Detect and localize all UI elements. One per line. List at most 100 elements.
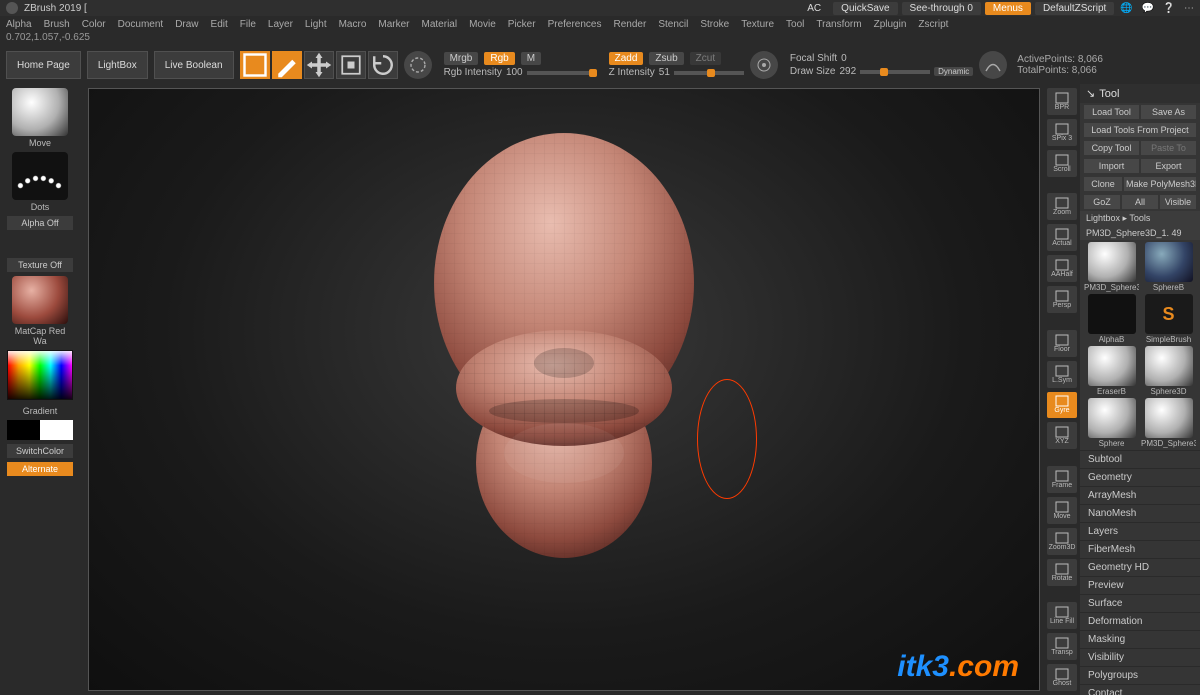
texture-button[interactable]: Texture Off bbox=[7, 258, 73, 272]
viewport-actual-button[interactable]: Actual bbox=[1047, 224, 1077, 251]
menu-zplugin[interactable]: Zplugin bbox=[874, 19, 907, 30]
material-slot[interactable]: MatCap Red Wa bbox=[7, 276, 73, 346]
menu-movie[interactable]: Movie bbox=[469, 19, 496, 30]
load-tool-button[interactable]: Load Tool bbox=[1084, 105, 1139, 119]
goz-button[interactable]: GoZ bbox=[1084, 195, 1120, 209]
menu-render[interactable]: Render bbox=[614, 19, 647, 30]
icon-help[interactable]: ❔ bbox=[1163, 3, 1175, 14]
viewport-persp-button[interactable]: Persp bbox=[1047, 286, 1077, 313]
menu-transform[interactable]: Transform bbox=[816, 19, 861, 30]
history-dial[interactable] bbox=[404, 51, 432, 79]
color-swatches[interactable] bbox=[7, 420, 73, 440]
section-visibility[interactable]: Visibility bbox=[1080, 648, 1200, 666]
viewport-canvas[interactable]: itk3.com bbox=[88, 88, 1040, 691]
tool-thumb[interactable]: Sphere3D bbox=[1141, 346, 1196, 396]
alternate-button[interactable]: Alternate bbox=[7, 462, 73, 476]
menu-document[interactable]: Document bbox=[118, 19, 164, 30]
tool-thumb[interactable]: AlphaB bbox=[1084, 294, 1139, 344]
zsub-button[interactable]: Zsub bbox=[649, 52, 683, 65]
home-page-button[interactable]: Home Page bbox=[6, 51, 81, 79]
viewport-scroll-button[interactable]: Scroll bbox=[1047, 150, 1077, 177]
clone-button[interactable]: Clone bbox=[1084, 177, 1122, 191]
goz-all-button[interactable]: All bbox=[1122, 195, 1158, 209]
viewport-bpr-button[interactable]: BPR bbox=[1047, 88, 1077, 115]
menu-brush[interactable]: Brush bbox=[44, 19, 70, 30]
viewport-transp-button[interactable]: Transp bbox=[1047, 633, 1077, 660]
viewport-line-fill-button[interactable]: Line Fill bbox=[1047, 602, 1077, 629]
stroke-slot[interactable]: Dots bbox=[7, 152, 73, 212]
tool-thumb[interactable]: SphereB bbox=[1141, 242, 1196, 292]
export-button[interactable]: Export bbox=[1141, 159, 1196, 173]
viewport-gyre-button[interactable]: Gyre bbox=[1047, 392, 1077, 419]
section-layers[interactable]: Layers bbox=[1080, 522, 1200, 540]
section-contact[interactable]: Contact bbox=[1080, 684, 1200, 695]
live-boolean-button[interactable]: Live Boolean bbox=[154, 51, 234, 79]
rotate-mode-button[interactable] bbox=[368, 51, 398, 79]
viewport-rotate-button[interactable]: Rotate bbox=[1047, 559, 1077, 586]
section-surface[interactable]: Surface bbox=[1080, 594, 1200, 612]
tool-thumb[interactable]: Sphere bbox=[1084, 398, 1139, 448]
tool-thumb[interactable]: EraserB bbox=[1084, 346, 1139, 396]
menu-alpha[interactable]: Alpha bbox=[6, 19, 32, 30]
section-preview[interactable]: Preview bbox=[1080, 576, 1200, 594]
draw-size-slider[interactable]: Draw Size 292 Dynamic bbox=[790, 66, 973, 77]
menu-edit[interactable]: Edit bbox=[211, 19, 228, 30]
zadd-button[interactable]: Zadd bbox=[609, 52, 644, 65]
section-deformation[interactable]: Deformation bbox=[1080, 612, 1200, 630]
stats-dial[interactable] bbox=[979, 51, 1007, 79]
viewport-ghost-button[interactable]: Ghost bbox=[1047, 664, 1077, 691]
icon-globe[interactable]: 🌐 bbox=[1120, 3, 1132, 14]
make-polymesh-button[interactable]: Make PolyMesh3D bbox=[1124, 177, 1196, 191]
menu-color[interactable]: Color bbox=[82, 19, 106, 30]
edit-mode-button[interactable] bbox=[240, 51, 270, 79]
mrgb-button[interactable]: Mrgb bbox=[444, 52, 479, 65]
menus-button[interactable]: Menus bbox=[985, 2, 1031, 15]
menu-draw[interactable]: Draw bbox=[175, 19, 198, 30]
copy-tool-button[interactable]: Copy Tool bbox=[1084, 141, 1139, 155]
m-button[interactable]: M bbox=[521, 52, 541, 65]
focal-dial[interactable] bbox=[750, 51, 778, 79]
menu-stencil[interactable]: Stencil bbox=[658, 19, 688, 30]
switchcolor-button[interactable]: SwitchColor bbox=[7, 444, 73, 458]
section-arraymesh[interactable]: ArrayMesh bbox=[1080, 486, 1200, 504]
tool-thumb[interactable]: PM3D_Sphere3D bbox=[1141, 398, 1196, 448]
paste-tool-button[interactable]: Paste To bbox=[1141, 141, 1196, 155]
draw-mode-button[interactable] bbox=[272, 51, 302, 79]
load-tools-project-button[interactable]: Load Tools From Project bbox=[1084, 123, 1196, 137]
menu-texture[interactable]: Texture bbox=[741, 19, 774, 30]
alpha-button[interactable]: Alpha Off bbox=[7, 216, 73, 230]
save-as-button[interactable]: Save As bbox=[1141, 105, 1196, 119]
section-nanomesh[interactable]: NanoMesh bbox=[1080, 504, 1200, 522]
current-tool-name[interactable]: PM3D_Sphere3D_1. 49 bbox=[1080, 226, 1200, 240]
seethrough-button[interactable]: See-through 0 bbox=[902, 2, 981, 15]
menu-layer[interactable]: Layer bbox=[268, 19, 293, 30]
menu-stroke[interactable]: Stroke bbox=[700, 19, 729, 30]
menu-picker[interactable]: Picker bbox=[508, 19, 536, 30]
menu-light[interactable]: Light bbox=[305, 19, 327, 30]
move-mode-button[interactable] bbox=[304, 51, 334, 79]
menu-preferences[interactable]: Preferences bbox=[548, 19, 602, 30]
z-intensity-slider[interactable]: Z Intensity 51 bbox=[609, 67, 744, 78]
section-geometry[interactable]: Geometry bbox=[1080, 468, 1200, 486]
defaultzscript-button[interactable]: DefaultZScript bbox=[1035, 2, 1114, 15]
section-masking[interactable]: Masking bbox=[1080, 630, 1200, 648]
rgb-intensity-slider[interactable]: Rgb Intensity 100 bbox=[444, 67, 597, 78]
tool-breadcrumb[interactable]: Lightbox ▸ Tools bbox=[1080, 211, 1200, 226]
scale-mode-button[interactable] bbox=[336, 51, 366, 79]
viewport-spix-3-button[interactable]: SPix 3 bbox=[1047, 119, 1077, 146]
viewport-move-button[interactable]: Move bbox=[1047, 497, 1077, 524]
menu-marker[interactable]: Marker bbox=[378, 19, 409, 30]
focal-shift-slider[interactable]: Focal Shift 0 bbox=[790, 53, 973, 64]
section-subtool[interactable]: Subtool bbox=[1080, 450, 1200, 468]
rgb-button[interactable]: Rgb bbox=[484, 52, 514, 65]
viewport-aahalf-button[interactable]: AAHalf bbox=[1047, 255, 1077, 282]
viewport-zoom3d-button[interactable]: Zoom3D bbox=[1047, 528, 1077, 555]
menu-zscript[interactable]: Zscript bbox=[918, 19, 948, 30]
viewport-frame-button[interactable]: Frame bbox=[1047, 466, 1077, 493]
menu-material[interactable]: Material bbox=[422, 19, 458, 30]
viewport-zoom-button[interactable]: Zoom bbox=[1047, 193, 1077, 220]
section-geometry-hd[interactable]: Geometry HD bbox=[1080, 558, 1200, 576]
zcut-button[interactable]: Zcut bbox=[690, 52, 721, 65]
viewport-l-sym-button[interactable]: L.Sym bbox=[1047, 361, 1077, 388]
dynamic-button[interactable]: Dynamic bbox=[934, 67, 973, 76]
